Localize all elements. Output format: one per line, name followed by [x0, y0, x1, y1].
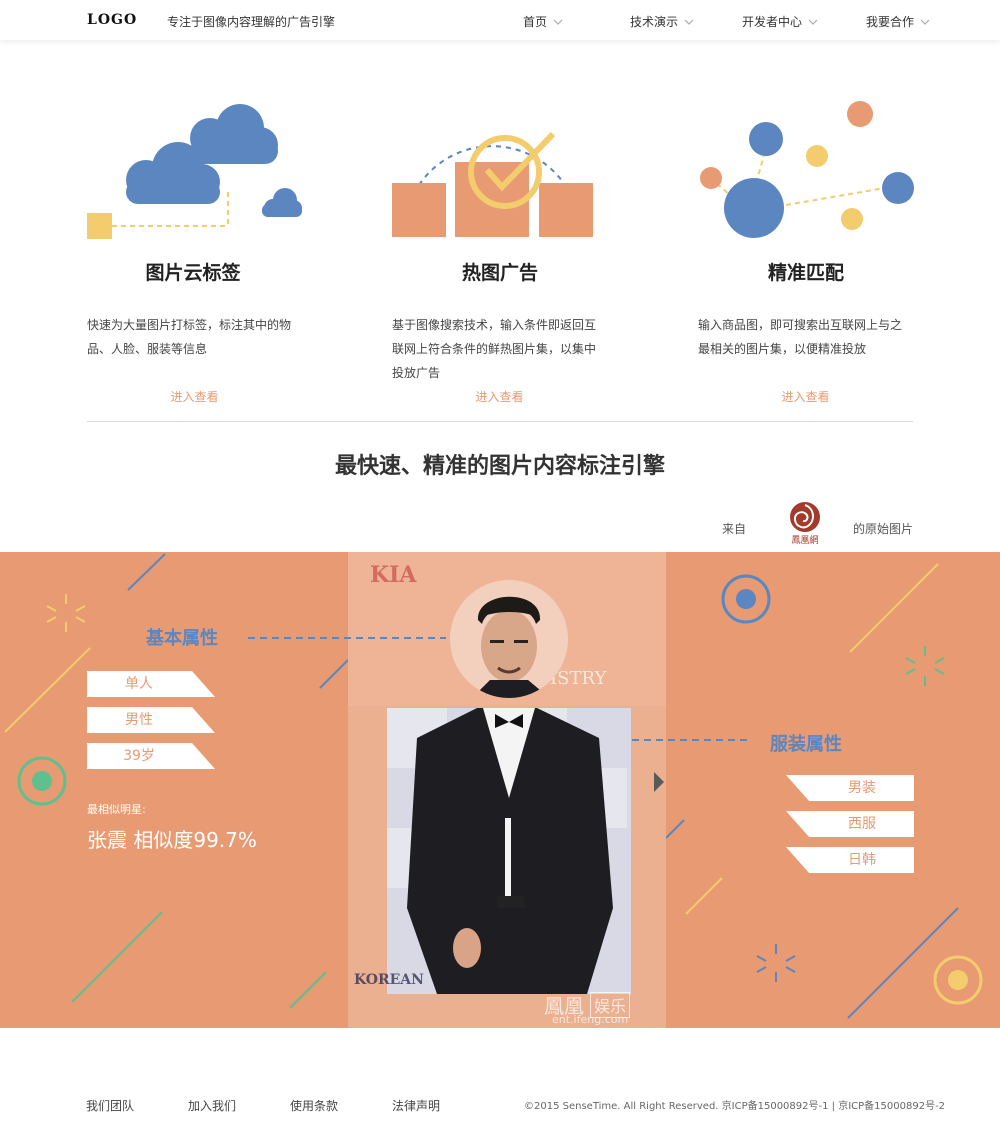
tag-label: 日韩 — [848, 852, 876, 868]
nav-item-demo[interactable]: 技术演示 — [630, 13, 694, 30]
nav-item-developer[interactable]: 开发者中心 — [742, 13, 818, 30]
header-tagline: 专注于图像内容理解的广告引擎 — [167, 15, 336, 29]
source-prefix: 来自 — [722, 522, 747, 536]
nav-label: 我要合作 — [866, 15, 915, 29]
chevron-down-icon — [920, 19, 930, 25]
chevron-down-icon — [808, 19, 818, 25]
nav-label: 首页 — [523, 15, 548, 29]
demo-band: KIA TISTRY KOREAN 鳳凰 娱乐 ent.ifeng.com 基本… — [0, 552, 1000, 1028]
section-divider — [87, 421, 913, 422]
footer-link-terms[interactable]: 使用条款 — [290, 1097, 338, 1114]
tag-label: 单人 — [125, 676, 153, 692]
feature-title-hot-ad: 热图广告 — [461, 262, 538, 284]
similar-star-value: 张震 相似度99.7% — [87, 828, 257, 852]
chevron-down-icon — [684, 19, 694, 25]
tag-label: 西服 — [848, 816, 876, 832]
feature-desc-precise-match: 输入商品图，即可搜索出互联网上与之最相关的图片集，以便精准投放 — [698, 318, 903, 356]
chevron-down-icon — [553, 19, 563, 25]
footer-link-team[interactable]: 我们团队 — [86, 1097, 134, 1114]
basic-attributes-title: 基本属性 — [146, 628, 218, 649]
header-bar: LOGO 专注于图像内容理解的广告引擎 首页 技术演示 开发者中心 我要合作 — [0, 0, 1000, 40]
nav-item-cooperate[interactable]: 我要合作 — [866, 13, 930, 30]
feature-title-precise-match: 精准匹配 — [767, 262, 844, 284]
tag-label: 男装 — [848, 780, 876, 796]
tag-label: 39岁 — [123, 748, 155, 764]
nav-label: 开发者中心 — [742, 15, 803, 29]
hot-ad-illustration — [392, 131, 593, 237]
precise-match-illustration — [700, 101, 914, 238]
logo[interactable]: LOGO — [87, 12, 137, 28]
ifeng-logo-icon[interactable]: 鳳凰網 — [782, 500, 828, 546]
footer-link-legal[interactable]: 法律声明 — [392, 1097, 440, 1114]
ifeng-logo-text: 鳳凰網 — [791, 534, 818, 546]
footer-link-join[interactable]: 加入我们 — [188, 1097, 236, 1114]
nav-item-home[interactable]: 首页 — [523, 13, 563, 30]
cloud-tags-illustration — [87, 104, 302, 239]
main-heading: 最快速、精准的图片内容标注引擎 — [334, 454, 665, 479]
similar-star-label: 最相似明星: — [87, 803, 146, 816]
clothing-attributes-title: 服装属性 — [770, 734, 842, 755]
feature-link-precise-match[interactable]: 进入查看 — [698, 388, 913, 405]
feature-desc-hot-ad: 基于图像搜索技术，输入条件即返回互联网上符合条件的鲜热图片集，以集中投放广告 — [392, 318, 597, 380]
nav-label: 技术演示 — [630, 15, 679, 29]
feature-desc-cloud-tags: 快速为大量图片打标签，标注其中的物品、人脸、服装等信息 — [87, 318, 292, 356]
copyright-text: ©2015 SenseTime. All Right Reserved. 京IC… — [524, 1101, 946, 1112]
source-suffix: 的原始图片 — [853, 522, 914, 536]
tag-label: 男性 — [125, 712, 153, 728]
feature-title-cloud-tags: 图片云标签 — [145, 262, 241, 284]
feature-link-cloud-tags[interactable]: 进入查看 — [87, 388, 302, 405]
feature-link-hot-ad[interactable]: 进入查看 — [392, 388, 607, 405]
